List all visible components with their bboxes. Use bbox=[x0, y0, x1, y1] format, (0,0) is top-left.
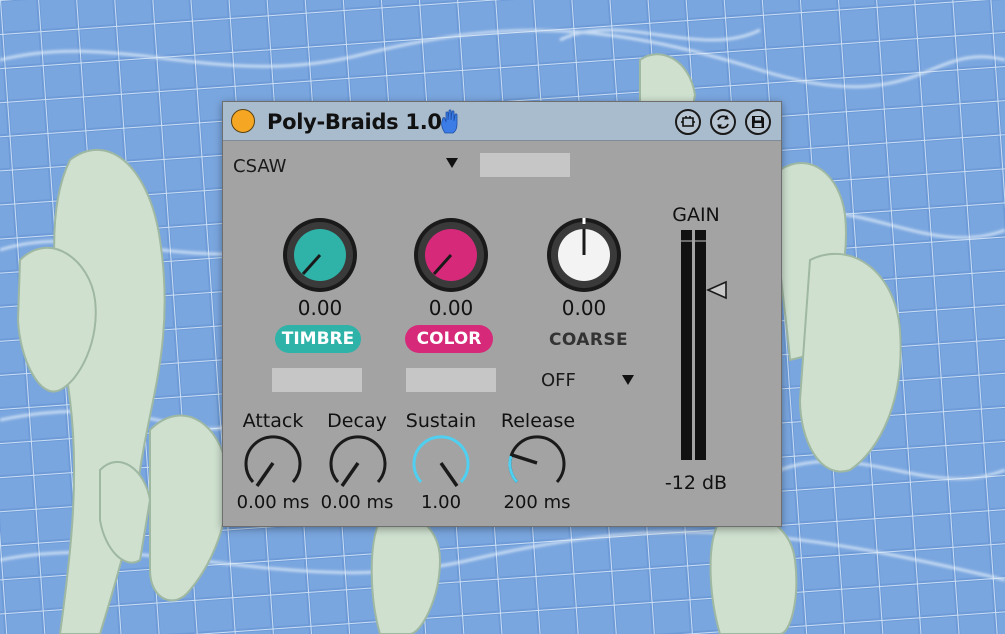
release-value: 200 ms bbox=[503, 492, 571, 513]
gain-label: GAIN bbox=[672, 204, 720, 226]
timbre-label: TIMBRE bbox=[275, 325, 361, 353]
poly-braids-device: Poly-Braids 1.0 CSAW 0.00 TIMBRE 0.00 CO… bbox=[222, 101, 782, 527]
coarse-knob[interactable] bbox=[545, 216, 623, 294]
attack-label: Attack bbox=[242, 410, 304, 432]
gain-value: -12 dB bbox=[664, 472, 728, 494]
decay-label: Decay bbox=[327, 410, 387, 432]
timbre-knob[interactable] bbox=[281, 216, 359, 294]
release-label: Release bbox=[500, 410, 576, 432]
shape-name-field[interactable] bbox=[480, 153, 570, 177]
refresh-icon bbox=[717, 115, 729, 129]
coarse-label: COARSE bbox=[549, 330, 628, 350]
device-power-button[interactable] bbox=[231, 109, 255, 133]
oscillator-shape-menu[interactable]: CSAW bbox=[233, 156, 286, 177]
decay-dial[interactable] bbox=[327, 432, 389, 492]
device-title: Poly-Braids 1.0 bbox=[267, 110, 442, 134]
gain-meter-left bbox=[681, 230, 692, 460]
color-mod-field[interactable] bbox=[406, 368, 496, 392]
save-icon bbox=[752, 116, 764, 128]
hotswap-button[interactable] bbox=[675, 109, 701, 135]
timbre-mod-field[interactable] bbox=[272, 368, 362, 392]
device-titlebar: Poly-Braids 1.0 bbox=[223, 102, 781, 141]
attack-value: 0.00 ms bbox=[236, 492, 310, 513]
save-preset-button[interactable] bbox=[745, 109, 771, 135]
timbre-value: 0.00 bbox=[297, 296, 343, 320]
chevron-down-icon[interactable] bbox=[445, 157, 459, 169]
attack-dial[interactable] bbox=[242, 432, 304, 492]
color-value: 0.00 bbox=[428, 296, 474, 320]
sustain-label: Sustain bbox=[405, 410, 477, 432]
chevron-down-icon[interactable] bbox=[621, 374, 635, 386]
color-label: COLOR bbox=[405, 325, 493, 353]
decay-value: 0.00 ms bbox=[320, 492, 394, 513]
gain-slider-handle[interactable] bbox=[706, 279, 728, 301]
color-knob[interactable] bbox=[412, 216, 490, 294]
hotswap-icon bbox=[681, 116, 695, 127]
release-dial[interactable] bbox=[506, 432, 568, 492]
hand-icon bbox=[441, 109, 458, 134]
gain-meter-right bbox=[695, 230, 706, 460]
refresh-button[interactable] bbox=[710, 109, 736, 135]
modulation-menu[interactable]: OFF bbox=[541, 370, 576, 391]
sustain-value: 1.00 bbox=[420, 492, 462, 513]
sustain-dial[interactable] bbox=[410, 432, 472, 492]
coarse-value: 0.00 bbox=[561, 296, 607, 320]
